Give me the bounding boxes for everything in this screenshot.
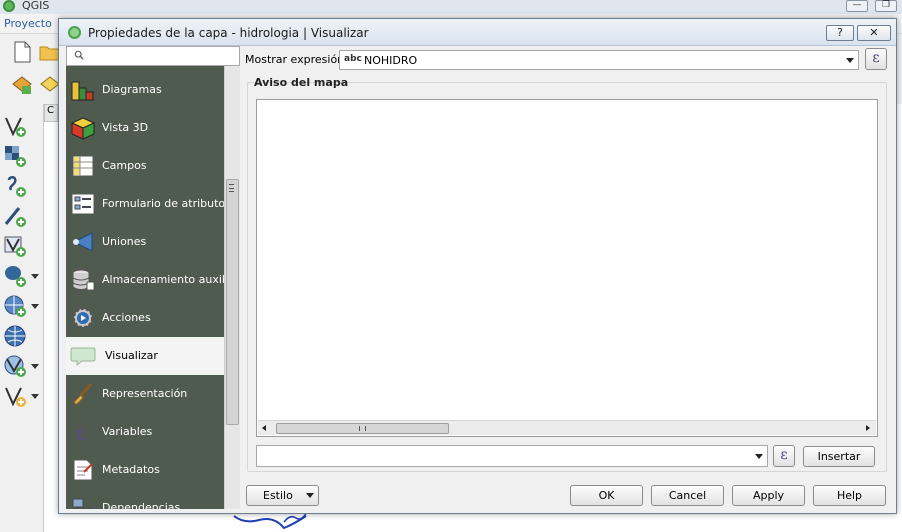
auxiliary-storage-icon — [72, 269, 95, 291]
grip-icon — [229, 184, 234, 192]
dialog-help-button[interactable]: ? — [826, 25, 854, 41]
cube-3d-icon — [70, 117, 96, 140]
insert-button[interactable]: Insertar — [803, 446, 875, 467]
layer-properties-dialog: Propiedades de la capa - hidrologia | Vi… — [58, 18, 897, 514]
svg-text:ε: ε — [76, 420, 86, 444]
style-menu-button[interactable]: Estilo — [246, 485, 319, 506]
nav-item-formulario-de-atributos[interactable]: Formulario de atributos — [66, 185, 224, 223]
menu-proyecto[interactable]: Proyecto — [4, 17, 52, 30]
chevron-down-icon — [306, 493, 314, 498]
actions-icon — [73, 308, 93, 328]
qgis-dialog-icon — [68, 26, 81, 39]
postgis-dropdown-arrow[interactable] — [31, 274, 39, 279]
display-bubble-icon — [70, 347, 96, 367]
nav-scrollbar-thumb[interactable] — [226, 179, 239, 425]
nav-item-almacenamiento-auxiliar[interactable]: Almacenamiento auxiliar — [66, 261, 224, 299]
variables-epsilon-icon: ε — [76, 420, 86, 444]
add-wcs-icon[interactable] — [3, 324, 27, 348]
display-expression-combo[interactable]: abc NOHIDRO — [339, 50, 859, 70]
help-button[interactable]: Help — [813, 485, 886, 506]
map-tip-hscrollbar[interactable] — [258, 420, 876, 435]
nav-item-metadatos[interactable]: Metadatos — [66, 451, 224, 489]
add-spatialite-icon[interactable] — [3, 204, 27, 228]
hscrollbar-thumb[interactable] — [276, 423, 449, 434]
nav-item-representacion[interactable]: Representación — [66, 375, 224, 413]
nav-label: Diagramas — [102, 83, 162, 96]
properties-nav-list: Diagramas Vista 3D Campos Formulario de … — [66, 66, 224, 509]
fields-icon — [72, 155, 94, 177]
metadata-icon — [73, 459, 93, 481]
search-input[interactable] — [66, 46, 240, 66]
nav-scrollbar[interactable] — [224, 66, 240, 509]
add-vector-layer-icon[interactable] — [3, 114, 27, 138]
new-project-icon[interactable] — [10, 40, 34, 64]
layers-manage-icon[interactable] — [10, 72, 34, 96]
field-type-abc-icon: abc — [344, 54, 362, 64]
restore-button[interactable]: ❐ — [875, 0, 897, 12]
diagrams-icon — [71, 81, 94, 101]
nav-item-dependencias[interactable]: Dependencias — [66, 489, 224, 509]
nav-label: Uniones — [102, 235, 147, 248]
wfs-dropdown-arrow[interactable] — [31, 364, 39, 369]
nav-item-uniones[interactable]: Uniones — [66, 223, 224, 261]
chevron-down-icon — [755, 454, 763, 459]
qgis-logo-icon — [3, 0, 15, 12]
map-tip-group-title: Aviso del mapa — [254, 76, 349, 89]
nav-label: Metadatos — [102, 463, 160, 476]
map-tip-editor[interactable] — [256, 99, 878, 437]
nav-label: Vista 3D — [102, 121, 149, 134]
add-raster-layer-icon[interactable] — [3, 144, 27, 168]
nav-label: Visualizar — [105, 349, 158, 362]
nav-item-diagramas[interactable]: Diagramas — [66, 71, 224, 109]
add-wfs-icon[interactable] — [3, 354, 27, 378]
nav-label: Almacenamiento auxiliar — [102, 273, 224, 286]
nav-label: Dependencias — [102, 501, 181, 509]
add-delimited-text-icon[interactable] — [3, 174, 27, 198]
scroll-left-arrow-icon[interactable] — [262, 425, 266, 431]
style-button-label: Estilo — [263, 489, 293, 502]
search-icon — [74, 50, 84, 60]
nav-label: Representación — [102, 387, 188, 400]
nav-label: Formulario de atributos — [102, 197, 224, 210]
attribute-form-icon — [71, 193, 95, 215]
grip-icon — [359, 426, 366, 431]
cancel-button[interactable]: Cancel — [651, 485, 724, 506]
new-shapefile-icon[interactable] — [3, 384, 27, 408]
chevron-down-icon — [846, 58, 854, 63]
rendering-brush-icon — [73, 382, 93, 405]
display-expression-label: Mostrar expresión — [245, 53, 345, 66]
nav-item-acciones[interactable]: Acciones — [66, 299, 224, 337]
main-window-title: QGIS — [22, 0, 50, 12]
nav-item-vista-3d[interactable]: Vista 3D — [66, 109, 224, 147]
nav-label: Campos — [102, 159, 147, 172]
minimize-button[interactable]: — — [846, 0, 868, 12]
main-toolbar — [0, 34, 61, 104]
dependencies-icon — [72, 498, 94, 509]
layer-toolbar — [0, 104, 44, 532]
add-virtual-layer-icon[interactable] — [3, 234, 27, 258]
main-window-titlebar: QGIS — ❐ — [0, 0, 902, 14]
nav-label: Variables — [102, 425, 153, 438]
apply-button[interactable]: Apply — [732, 485, 805, 506]
dialog-titlebar: Propiedades de la capa - hidrologia | Vi… — [59, 19, 896, 46]
dialog-close-button[interactable]: ✕ — [857, 25, 891, 41]
expression-builder-button[interactable]: ε — [865, 48, 887, 70]
new-layer-dropdown-arrow[interactable] — [31, 394, 39, 399]
nav-item-campos[interactable]: Campos — [66, 147, 224, 185]
joins-icon — [72, 232, 93, 252]
scroll-right-arrow-icon[interactable] — [866, 425, 870, 431]
nav-item-visualizar[interactable]: Visualizar — [66, 337, 224, 375]
add-wms-icon[interactable] — [3, 294, 27, 318]
wms-dropdown-arrow[interactable] — [31, 304, 39, 309]
dialog-title: Propiedades de la capa - hidrologia | Vi… — [88, 26, 369, 40]
insert-expression-button[interactable]: ε — [773, 445, 795, 467]
nav-label: Acciones — [102, 311, 151, 324]
add-postgis-icon[interactable] — [3, 264, 27, 288]
insert-field-combo[interactable] — [256, 445, 768, 467]
ok-button[interactable]: OK — [570, 485, 643, 506]
display-expression-value: NOHIDRO — [364, 54, 418, 67]
nav-item-variables[interactable]: ε Variables — [66, 413, 224, 451]
